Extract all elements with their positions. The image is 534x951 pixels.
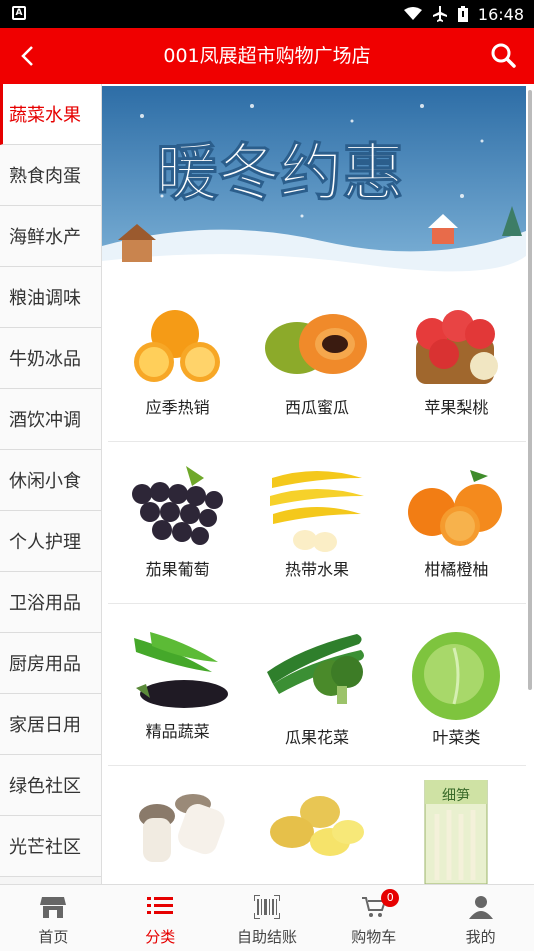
scrollbar[interactable]	[528, 90, 532, 690]
category-label: 精品蔬菜	[145, 722, 210, 741]
category-grid: 应季热销 西瓜蜜瓜 苹果梨桃 茄果葡萄 热带水果 柑橘橙柚 精品蔬菜 瓜果花菜 …	[108, 280, 526, 884]
battery-icon	[457, 6, 468, 22]
category-tile[interactable]	[108, 766, 247, 884]
pack-label: 细笋	[442, 787, 470, 804]
sidebar-item[interactable]: 粮油调味	[0, 267, 101, 328]
category-tile[interactable]: 精品蔬菜	[108, 604, 247, 765]
tab-label: 购物车	[351, 928, 397, 946]
category-tile[interactable]: 茄果葡萄	[108, 442, 247, 603]
category-tile[interactable]: 苹果梨桃	[387, 280, 526, 441]
page-title: 001凤展超市购物广场店	[163, 45, 371, 67]
banner-title: 暖冬约惠	[156, 136, 404, 209]
category-tile[interactable]: 热带水果	[247, 442, 386, 603]
category-tile[interactable]: 瓜果花菜	[247, 604, 386, 765]
tangerine-icon	[408, 470, 503, 546]
category-label: 西瓜蜜瓜	[284, 398, 349, 417]
category-label: 热带水果	[284, 560, 349, 579]
tab-category[interactable]: 分类	[107, 885, 214, 951]
tab-cart[interactable]: 0 购物车	[320, 885, 427, 951]
tab-label: 我的	[465, 928, 496, 946]
potato-icon	[269, 796, 364, 856]
sidebar-item[interactable]: 卫浴用品	[0, 572, 101, 633]
store-icon	[40, 897, 67, 918]
pepper-eggplant-icon	[133, 632, 228, 708]
cart-badge: 0	[381, 889, 400, 907]
orange-icon	[133, 310, 220, 382]
mushroom-icon	[138, 794, 225, 862]
status-bar: A 16:48	[0, 0, 534, 28]
tab-label: 首页	[38, 928, 69, 946]
category-tile[interactable]	[247, 766, 386, 884]
sidebar-item[interactable]: 绿色社区	[0, 755, 101, 816]
search-icon[interactable]	[488, 40, 518, 70]
sidebar-item[interactable]: 家居日用	[0, 694, 101, 755]
barcode-icon	[253, 895, 280, 919]
lettuce-icon	[412, 632, 501, 720]
grape-icon	[131, 466, 223, 545]
tab-me[interactable]: 我的	[427, 885, 534, 951]
category-tile[interactable]: 细笋	[387, 766, 526, 884]
sidebar-item[interactable]: 酒饮冲调	[0, 389, 101, 450]
category-sidebar: 蔬菜水果 熟食肉蛋 海鲜水产 粮油调味 牛奶冰品 酒饮冲调 休闲小食 个人护理 …	[0, 84, 102, 884]
tab-label: 自助结账	[236, 928, 297, 946]
tab-self-checkout[interactable]: 自助结账	[214, 885, 321, 951]
category-tile[interactable]: 西瓜蜜瓜	[247, 280, 386, 441]
sidebar-item[interactable]: 光芒社区	[0, 816, 101, 877]
category-label: 苹果梨桃	[424, 398, 489, 417]
sidebar-item[interactable]: 海鲜水产	[0, 206, 101, 267]
sidebar-item[interactable]: 熟食肉蛋	[0, 145, 101, 206]
sidebar-item[interactable]: 厨房用品	[0, 633, 101, 694]
wifi-icon	[403, 7, 422, 20]
user-icon	[468, 896, 493, 919]
app-notification-icon: A	[12, 6, 26, 20]
app-bar: 001凤展超市购物广场店	[0, 28, 534, 84]
airplane-icon	[432, 6, 447, 22]
list-icon	[147, 897, 174, 914]
bamboo-shoot-pack-icon: 细笋	[424, 780, 488, 884]
tab-home[interactable]: 首页	[0, 885, 107, 951]
clock: 16:48	[477, 4, 524, 24]
tab-label: 分类	[145, 928, 176, 946]
sidebar-item[interactable]: 休闲小食	[0, 450, 101, 511]
category-content: 暖冬约惠 应季热销 西瓜蜜瓜 苹果梨桃 茄果葡萄 热带水果 柑橘橙柚 精品蔬菜 …	[102, 84, 534, 884]
category-label: 叶菜类	[432, 728, 481, 747]
category-label: 瓜果花菜	[284, 728, 349, 747]
papaya-icon	[264, 314, 367, 374]
sidebar-item[interactable]: 牛奶冰品	[0, 328, 101, 389]
winter-promo-banner[interactable]: 暖冬约惠	[102, 86, 526, 276]
category-label: 柑橘橙柚	[424, 560, 489, 579]
category-label: 茄果葡萄	[145, 560, 210, 579]
category-tile[interactable]: 应季热销	[108, 280, 247, 441]
apple-icon	[416, 310, 499, 384]
banana-icon	[269, 471, 364, 552]
bottom-tab-bar: 首页 分类 自助结账 0 购物车 我的	[0, 884, 534, 951]
sidebar-item[interactable]: 个人护理	[0, 511, 101, 572]
sidebar-item[interactable]: 蔬菜水果	[0, 84, 101, 145]
category-tile[interactable]: 柑橘橙柚	[387, 442, 526, 603]
category-tile[interactable]: 叶菜类	[387, 604, 526, 765]
category-label: 应季热销	[145, 398, 210, 417]
cucumber-broccoli-icon	[266, 634, 364, 704]
